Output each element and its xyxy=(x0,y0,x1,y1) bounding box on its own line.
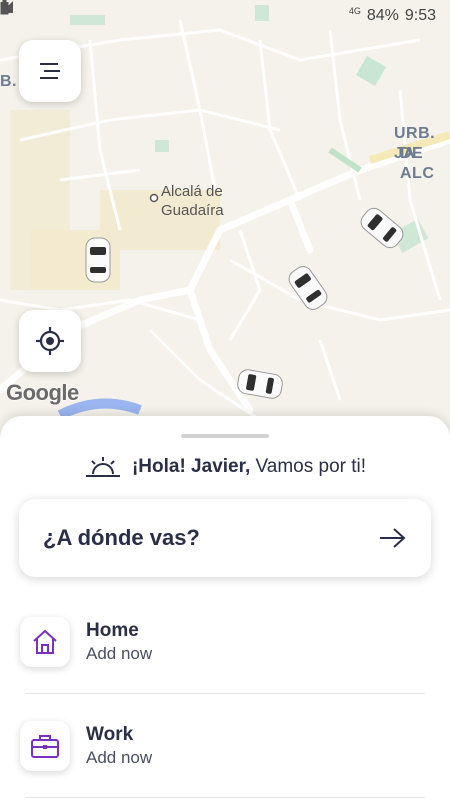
city-label-line1: Alcalá de xyxy=(161,183,223,200)
clock: 9:53 xyxy=(404,7,436,24)
place-title: Work xyxy=(86,724,134,745)
place-title: Home xyxy=(86,620,139,641)
place-subtitle: Add now xyxy=(86,748,153,767)
battery-percent: 84% xyxy=(366,7,399,24)
car-icon xyxy=(85,237,111,283)
crosshair-icon xyxy=(36,327,64,355)
place-subtitle: Add now xyxy=(86,644,153,663)
briefcase-icon xyxy=(31,735,59,758)
battery-icon xyxy=(0,0,9,15)
drag-handle[interactable] xyxy=(181,434,269,438)
divider xyxy=(25,797,425,798)
greeting-text: Vamos por ti! xyxy=(255,456,367,477)
menu-icon xyxy=(40,63,60,79)
saved-place-work[interactable]: Work Add now xyxy=(20,718,430,774)
home-icon xyxy=(33,629,57,654)
saved-place-home[interactable]: Home Add now xyxy=(20,614,430,670)
my-location-button[interactable] xyxy=(19,310,81,372)
status-bar: 4G 84% 9:53 xyxy=(0,0,450,32)
greeting: ¡Hola! Javier, Vamos por ti! xyxy=(0,456,450,478)
arrow-right-icon xyxy=(380,528,406,548)
bottom-sheet: ¡Hola! Javier, Vamos por ti! ¿A dónde va… xyxy=(0,416,450,800)
sunrise-icon xyxy=(85,457,120,477)
home-icon-tile xyxy=(20,617,70,667)
greeting-name: ¡Hola! Javier, xyxy=(131,456,251,477)
menu-button[interactable] xyxy=(19,40,81,102)
where-to-button[interactable]: ¿A dónde vas? xyxy=(19,499,431,577)
network-type: 4G xyxy=(348,6,361,16)
area-label-right-line2: DE ALC xyxy=(400,145,435,182)
work-icon-tile xyxy=(20,721,70,771)
where-to-label: ¿A dónde vas? xyxy=(43,525,200,550)
city-label-line2: Guadaíra xyxy=(161,202,224,219)
divider xyxy=(25,693,425,694)
google-attribution: Google xyxy=(6,380,79,405)
